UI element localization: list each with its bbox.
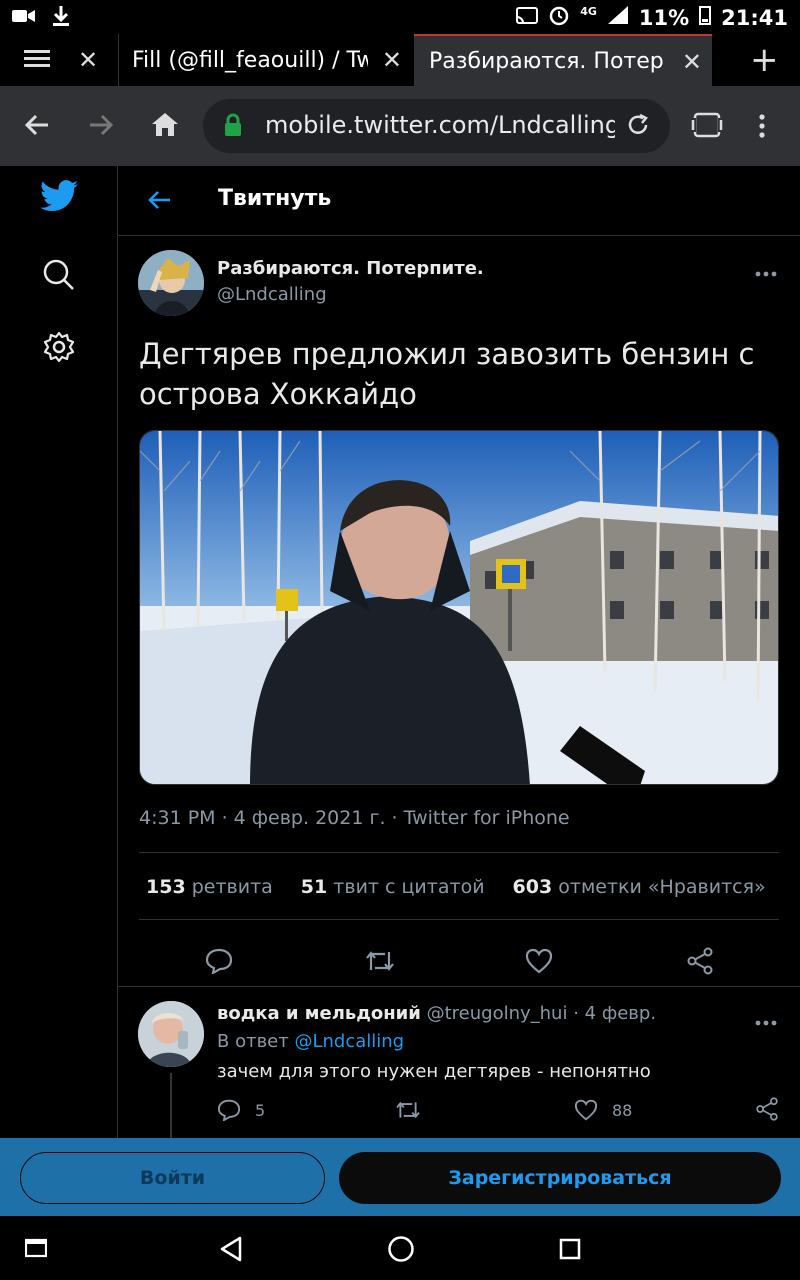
battery-icon bbox=[699, 5, 712, 30]
tweet-actions bbox=[118, 931, 800, 991]
reply-author-name[interactable]: водка и мельдоний bbox=[217, 1003, 421, 1024]
download-icon bbox=[52, 5, 70, 31]
reload-icon[interactable] bbox=[626, 113, 650, 141]
more-icon[interactable] bbox=[755, 262, 777, 281]
main-column: Твитнуть Разбираются. Потерпите. @Lndcal… bbox=[118, 166, 800, 1138]
omnibox[interactable]: mobile.twitter.com/Lndcalling/s bbox=[203, 99, 670, 153]
tab-active[interactable]: Разбираются. Потерпите. ✕ bbox=[414, 34, 712, 86]
page-title: Твитнуть bbox=[218, 186, 332, 211]
divider bbox=[139, 919, 779, 920]
share-icon[interactable] bbox=[755, 1097, 779, 1125]
close-icon[interactable]: ✕ bbox=[382, 46, 402, 74]
reply-count: 5 bbox=[255, 1101, 266, 1120]
author-handle[interactable]: @Lndcalling bbox=[217, 284, 327, 305]
status-bar: 4G 11% 21:41 bbox=[0, 0, 800, 34]
recents-apps-icon[interactable] bbox=[24, 1238, 48, 1262]
signup-button[interactable]: Зарегистрироваться bbox=[339, 1152, 781, 1204]
reply-text: зачем для этого нужен дегтярев - непонят… bbox=[217, 1061, 651, 1082]
back-arrow-icon[interactable] bbox=[148, 190, 172, 214]
retweet-icon[interactable] bbox=[358, 939, 402, 983]
quotes-stat[interactable]: 51 твит с цитатой bbox=[301, 876, 485, 898]
in-reply-prefix: В ответ bbox=[217, 1031, 289, 1052]
tab-title: Fill (@fill_feaouill) / Tw bbox=[132, 47, 368, 73]
tab-switcher-icon[interactable] bbox=[24, 48, 52, 74]
tweet-stats: 153 ретвита 51 твит с цитатой 603 отметк… bbox=[146, 876, 766, 898]
cast-icon bbox=[516, 6, 539, 30]
thread-line bbox=[170, 1073, 172, 1138]
tweet-meta: 4:31 PM · 4 февр. 2021 г. · Twitter for … bbox=[139, 807, 570, 829]
overview-square-icon[interactable] bbox=[559, 1238, 581, 1264]
share-icon[interactable] bbox=[678, 939, 722, 983]
settings-gear-icon[interactable] bbox=[43, 331, 75, 367]
in-reply-handle[interactable]: @Lndcalling bbox=[294, 1031, 404, 1052]
reply-icon[interactable] bbox=[217, 1099, 241, 1125]
login-banner: Войти Зарегистрироваться bbox=[0, 1138, 800, 1216]
back-triangle-icon[interactable] bbox=[219, 1236, 243, 1266]
tweet-text: Дегтярев предложил завозить бензин с ост… bbox=[139, 337, 755, 411]
search-icon[interactable] bbox=[43, 259, 75, 295]
home-circle-icon[interactable] bbox=[387, 1235, 415, 1267]
signal-icon bbox=[607, 5, 629, 30]
tab-title: Разбираются. Потерпите. bbox=[429, 48, 665, 74]
like-icon[interactable] bbox=[517, 939, 561, 983]
avatar[interactable] bbox=[138, 1001, 204, 1067]
author-name[interactable]: Разбираются. Потерпите. bbox=[217, 258, 484, 279]
home-icon[interactable] bbox=[151, 111, 179, 141]
reply-date[interactable]: · 4 февр. bbox=[573, 1003, 656, 1024]
tabs-count-icon[interactable] bbox=[691, 110, 723, 144]
more-icon[interactable] bbox=[755, 1011, 777, 1030]
in-reply-to: В ответ @Lndcalling bbox=[217, 1031, 404, 1052]
tweet-image[interactable] bbox=[139, 430, 779, 785]
forward-icon[interactable] bbox=[88, 112, 114, 142]
tab-fill[interactable]: Fill (@fill_feaouill) / Tw ✕ bbox=[118, 34, 412, 86]
page-header: Твитнуть bbox=[118, 166, 800, 236]
reply-icon[interactable] bbox=[197, 939, 241, 983]
clock: 21:41 bbox=[721, 5, 788, 30]
twitter-logo-icon[interactable] bbox=[40, 180, 78, 216]
reply-tweet[interactable]: водка и мельдоний @treugolny_hui · 4 фев… bbox=[118, 986, 800, 1138]
network-label: 4G bbox=[580, 5, 597, 18]
divider bbox=[139, 852, 779, 853]
alarm-icon bbox=[548, 4, 570, 31]
back-icon[interactable] bbox=[24, 112, 50, 142]
like-icon[interactable] bbox=[574, 1099, 598, 1125]
system-nav-bar bbox=[0, 1216, 800, 1280]
login-button[interactable]: Войти bbox=[20, 1152, 325, 1204]
url-text: mobile.twitter.com/Lndcalling/s bbox=[265, 111, 615, 139]
page: Твитнуть Разбираются. Потерпите. @Lndcal… bbox=[0, 166, 800, 1138]
menu-icon[interactable] bbox=[758, 114, 766, 144]
tab-bar: ✕ Fill (@fill_feaouill) / Tw ✕ Разбирают… bbox=[0, 34, 800, 86]
retweets-stat[interactable]: 153 ретвита bbox=[146, 876, 273, 898]
close-icon[interactable]: ✕ bbox=[682, 48, 702, 76]
reply-actions: 5 88 bbox=[217, 1097, 782, 1127]
close-icon[interactable]: ✕ bbox=[78, 46, 98, 74]
avatar[interactable] bbox=[138, 250, 204, 316]
reply-header: водка и мельдоний @treugolny_hui · 4 фев… bbox=[217, 1003, 656, 1024]
like-count: 88 bbox=[612, 1101, 633, 1120]
video-icon bbox=[12, 7, 36, 29]
left-nav bbox=[0, 166, 118, 1138]
battery-percent: 11% bbox=[638, 5, 690, 30]
new-tab-icon[interactable]: + bbox=[750, 40, 779, 80]
retweet-icon[interactable] bbox=[395, 1099, 421, 1125]
lock-icon bbox=[223, 113, 243, 141]
reply-author-handle[interactable]: @treugolny_hui bbox=[427, 1003, 568, 1024]
likes-stat[interactable]: 603 отметки «Нравится» bbox=[513, 876, 766, 898]
address-bar: mobile.twitter.com/Lndcalling/s bbox=[0, 86, 800, 166]
